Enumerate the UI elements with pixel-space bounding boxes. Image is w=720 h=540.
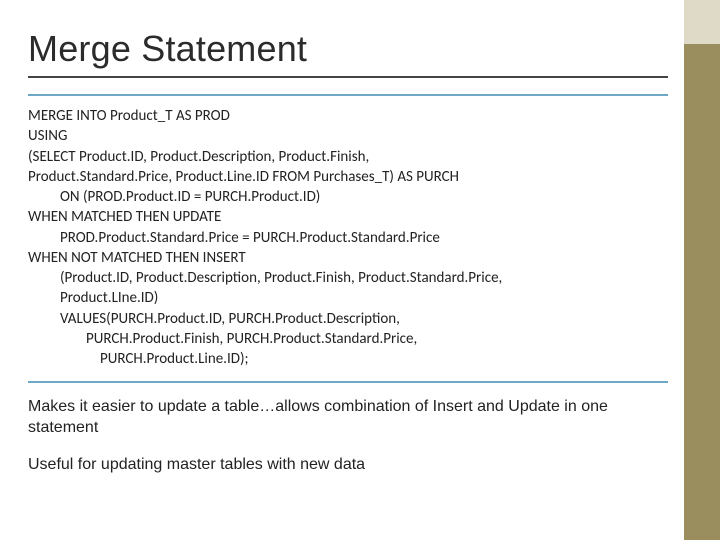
sql-line: Product.LIne.ID) [28, 288, 668, 308]
note-paragraph: Makes it easier to update a table…allows… [28, 397, 668, 439]
sql-code-block: MERGE INTO Product_T AS PROD USING (SELE… [28, 94, 668, 383]
sql-line: MERGE INTO Product_T AS PROD [28, 106, 668, 126]
slide-notes: Makes it easier to update a table…allows… [28, 397, 668, 475]
slide-content: Merge Statement MERGE INTO Product_T AS … [0, 0, 720, 476]
sql-line: (Product.ID, Product.Description, Produc… [28, 268, 668, 288]
sql-line: VALUES(PURCH.Product.ID, PURCH.Product.D… [28, 309, 668, 329]
sql-line: Product.Standard.Price, Product.Line.ID … [28, 167, 668, 187]
accent-bottom [684, 44, 720, 540]
sql-line: PURCH.Product.Finish, PURCH.Product.Stan… [28, 329, 668, 349]
title-underline [28, 76, 668, 78]
sql-line: WHEN MATCHED THEN UPDATE [28, 207, 668, 227]
note-paragraph: Useful for updating master tables with n… [28, 455, 668, 476]
side-accent-bar [684, 0, 720, 540]
sql-line: (SELECT Product.ID, Product.Description,… [28, 147, 668, 167]
sql-line: PROD.Product.Standard.Price = PURCH.Prod… [28, 228, 668, 248]
accent-top [684, 0, 720, 44]
slide-title: Merge Statement [28, 28, 668, 70]
sql-line: ON (PROD.Product.ID = PURCH.Product.ID) [28, 187, 668, 207]
sql-line: WHEN NOT MATCHED THEN INSERT [28, 248, 668, 268]
sql-line: PURCH.Product.Line.ID); [28, 349, 668, 369]
sql-line: USING [28, 126, 668, 146]
